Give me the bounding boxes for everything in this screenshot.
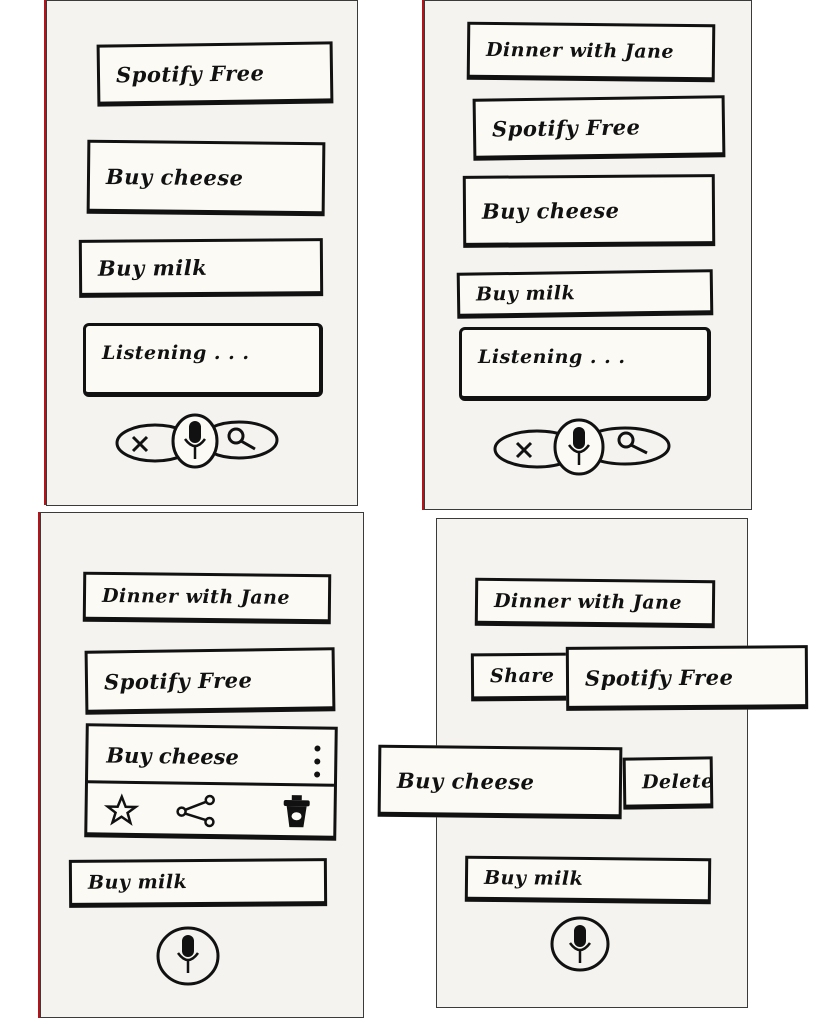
- card-buy-cheese[interactable]: Buy cheese: [86, 139, 326, 217]
- trash-icon[interactable]: [281, 793, 311, 829]
- card-spotify-free[interactable]: Spotify Free: [96, 41, 334, 107]
- microphone-icon[interactable]: [568, 923, 592, 967]
- card-divider: [87, 780, 334, 787]
- card-buy-cheese-expanded[interactable]: Buy cheese: [84, 723, 338, 841]
- close-icon[interactable]: [515, 441, 533, 459]
- card-dinner-with-jane[interactable]: Dinner with Jane: [474, 577, 716, 629]
- card-spotify-free-swiped[interactable]: Spotify Free: [565, 645, 809, 711]
- microphone-icon[interactable]: [176, 933, 200, 977]
- panel-3: Dinner with Jane Spotify Free Buy cheese…: [40, 512, 364, 1018]
- more-vertical-icon[interactable]: [312, 743, 323, 779]
- card-buy-cheese-swiped[interactable]: Buy cheese: [377, 744, 623, 820]
- card-dinner-with-jane[interactable]: Dinner with Jane: [466, 21, 716, 83]
- share-icon[interactable]: [175, 794, 217, 829]
- card-buy-milk[interactable]: Buy milk: [464, 855, 712, 905]
- card-buy-cheese[interactable]: Buy cheese: [462, 174, 716, 248]
- card-buy-milk[interactable]: Buy milk: [456, 269, 714, 319]
- card-dinner-with-jane[interactable]: Dinner with Jane: [82, 571, 332, 625]
- microphone-icon[interactable]: [183, 419, 207, 463]
- share-button[interactable]: Share: [470, 652, 572, 702]
- panel-1: Spotify Free Buy cheese Buy milk Listeni…: [46, 0, 358, 506]
- listening-box: Listening . . .: [83, 323, 323, 397]
- card-label: Buy cheese: [106, 742, 240, 770]
- card-buy-milk[interactable]: Buy milk: [68, 858, 328, 908]
- search-icon[interactable]: [227, 427, 257, 453]
- star-icon[interactable]: [103, 793, 140, 826]
- microphone-icon[interactable]: [567, 425, 591, 469]
- card-spotify-free[interactable]: Spotify Free: [84, 647, 336, 715]
- search-icon[interactable]: [617, 431, 649, 457]
- panel-2: Dinner with Jane Spotify Free Buy cheese…: [424, 0, 752, 510]
- card-spotify-free[interactable]: Spotify Free: [472, 95, 726, 161]
- card-buy-milk[interactable]: Buy milk: [78, 238, 324, 298]
- close-icon[interactable]: [131, 435, 149, 453]
- delete-button[interactable]: Delete: [622, 756, 714, 810]
- listening-box: Listening . . .: [459, 327, 711, 401]
